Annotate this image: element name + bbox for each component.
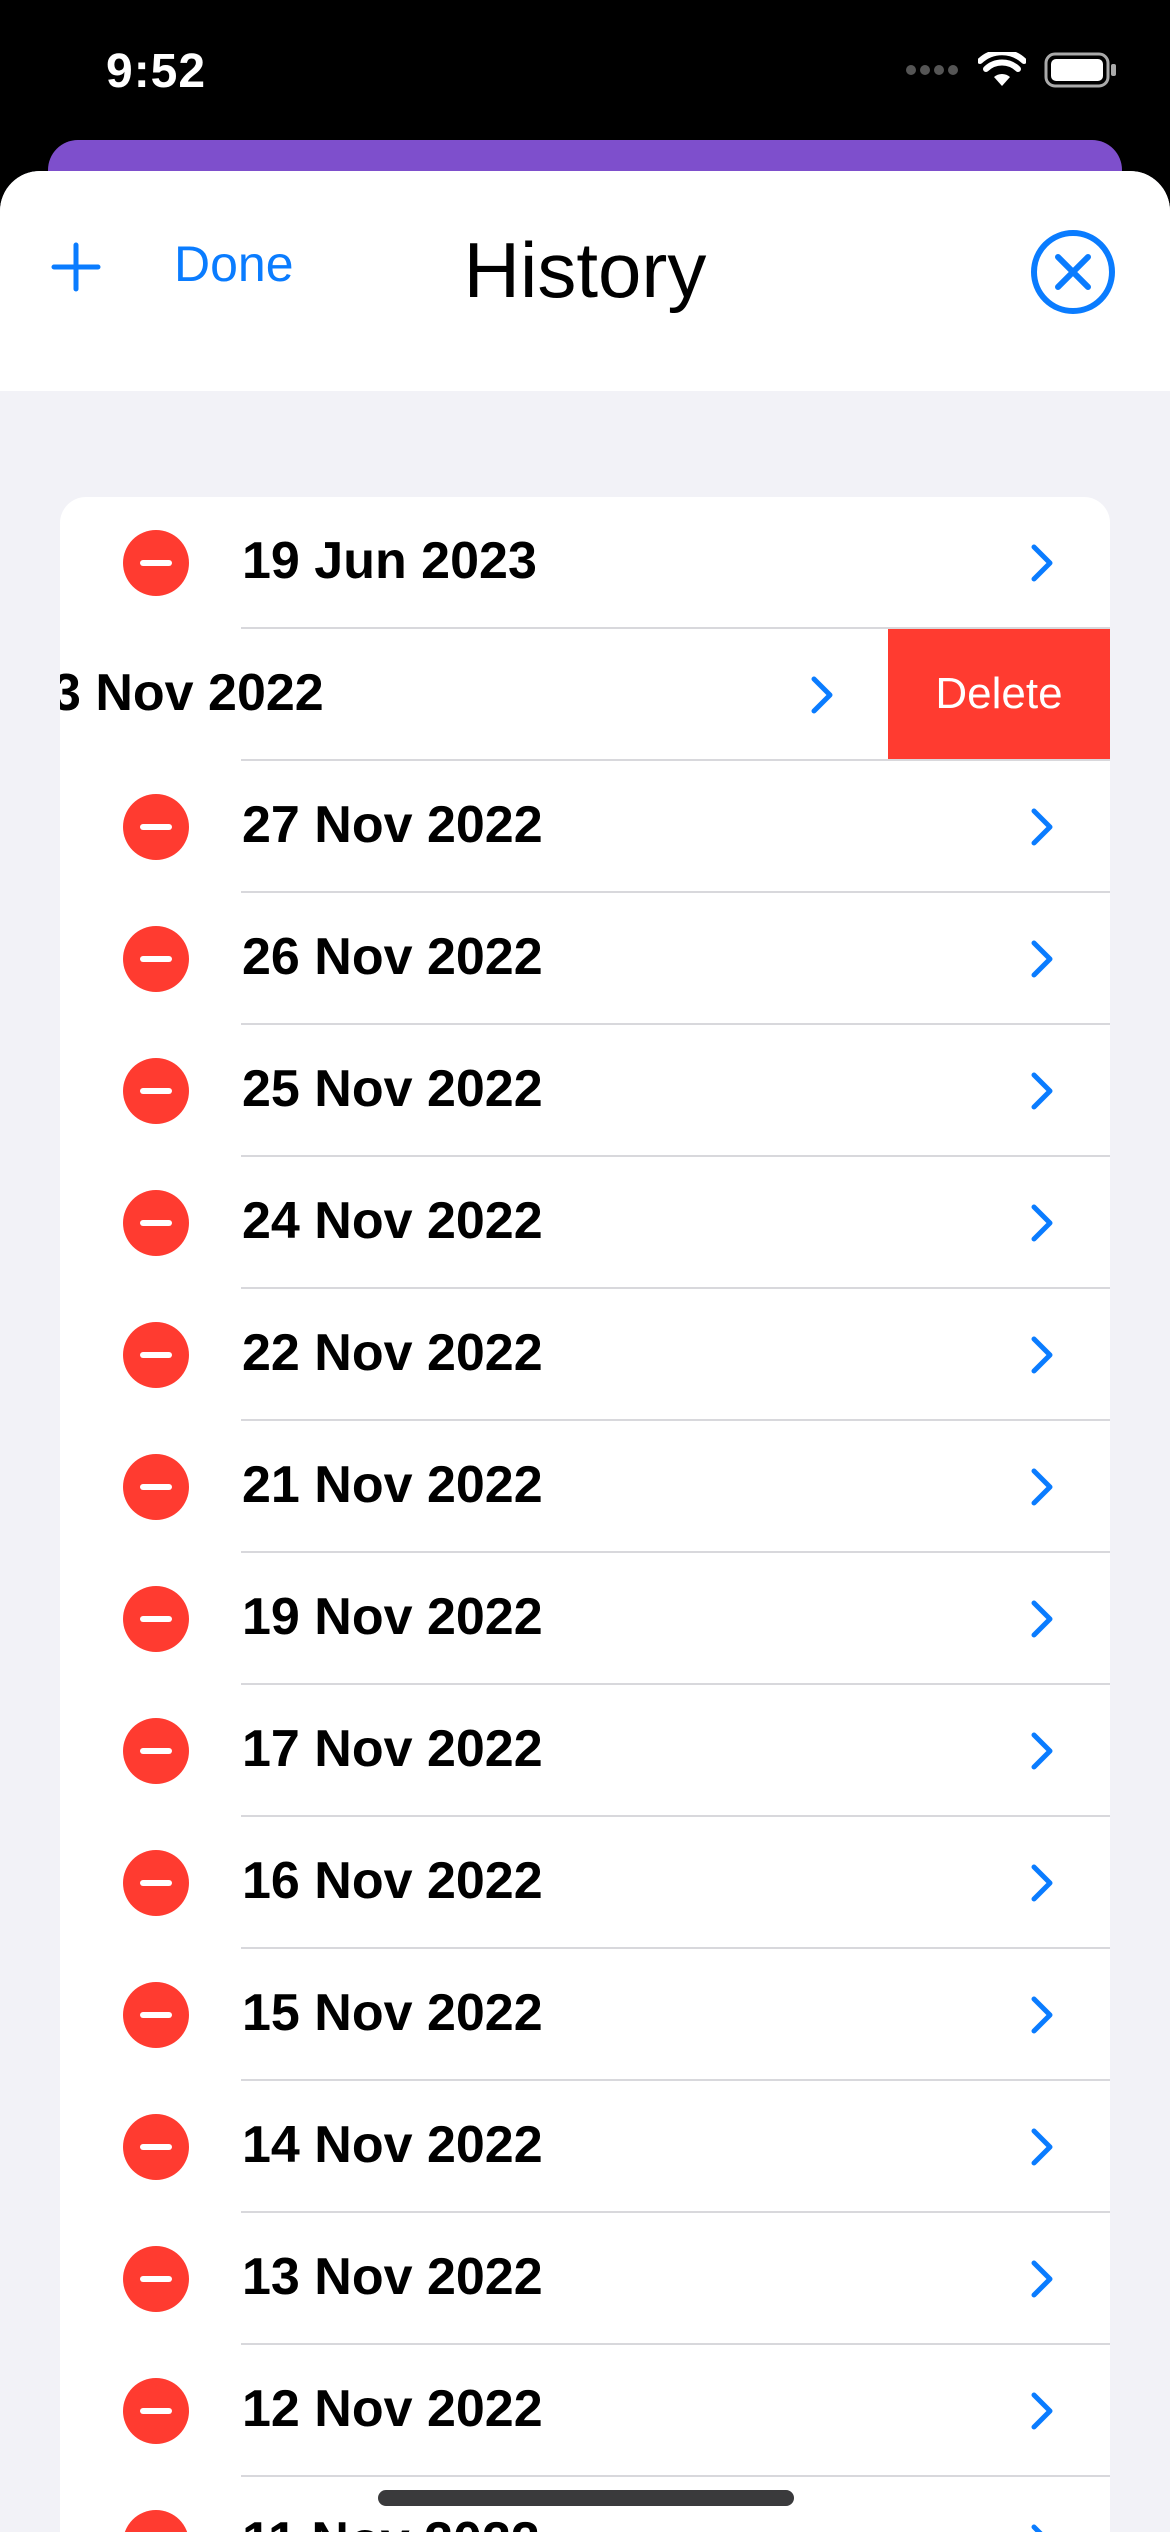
history-row-label: 13 Nov 2022 <box>242 2248 543 2306</box>
delete-minus-icon[interactable] <box>123 2510 189 2532</box>
chevron-right-icon[interactable] <box>1020 1333 1064 1377</box>
delete-minus-icon[interactable] <box>123 1190 189 1256</box>
history-row[interactable]: 21 Nov 2022 <box>60 1421 1110 1553</box>
status-bar: 9:52 <box>0 0 1170 150</box>
chevron-right-icon[interactable] <box>1020 2125 1064 2169</box>
history-row-label: 22 Nov 2022 <box>242 1324 543 1382</box>
chevron-right-icon[interactable] <box>1020 1597 1064 1641</box>
delete-minus-icon[interactable] <box>123 530 189 596</box>
close-circle-icon[interactable] <box>1028 227 1118 317</box>
home-indicator <box>378 2490 794 2506</box>
delete-minus-icon[interactable] <box>123 1454 189 1520</box>
history-row-label: 19 Nov 2022 <box>242 1588 543 1646</box>
wifi-icon <box>978 52 1026 86</box>
history-row-label: 27 Nov 2022 <box>242 796 543 854</box>
history-row[interactable]: 22 Nov 2022 <box>60 1289 1110 1421</box>
nav-bar: Done History <box>0 171 1170 391</box>
history-row-label: 24 Nov 2022 <box>242 1192 543 1250</box>
chevron-right-icon[interactable] <box>1020 1201 1064 1245</box>
delete-minus-icon[interactable] <box>123 2114 189 2180</box>
chevron-right-icon[interactable] <box>1020 805 1064 849</box>
status-time: 9:52 <box>106 45 207 98</box>
cellular-signal-icon <box>906 65 958 75</box>
history-row-label: 16 Nov 2022 <box>242 1852 543 1910</box>
chevron-right-icon[interactable] <box>1020 2257 1064 2301</box>
history-row[interactable]: 19 Jun 2023 <box>60 497 1110 629</box>
history-row-label: 11 Nov 2022 <box>242 2511 540 2532</box>
history-row-label: 17 Nov 2022 <box>242 1720 543 1778</box>
history-row[interactable]: 15 Nov 2022 <box>60 1949 1110 2081</box>
history-list: 19 Jun 2023 3 Nov 2022 Delete 27 Nov 2022 26… <box>60 497 1110 2532</box>
history-row[interactable]: 12 Nov 2022 <box>60 2345 1110 2477</box>
battery-icon <box>1044 52 1116 88</box>
chevron-right-icon[interactable] <box>800 673 844 717</box>
delete-minus-icon[interactable] <box>123 1850 189 1916</box>
history-row[interactable]: 24 Nov 2022 <box>60 1157 1110 1289</box>
history-row-label: 21 Nov 2022 <box>242 1456 543 1514</box>
history-row-label: 15 Nov 2022 <box>242 1984 543 2042</box>
status-icons <box>906 52 1118 88</box>
page-title: History <box>463 226 707 314</box>
history-row[interactable]: 17 Nov 2022 <box>60 1685 1110 1817</box>
history-row[interactable]: 3 Nov 2022 Delete <box>60 629 1110 761</box>
delete-button[interactable]: Delete <box>888 629 1110 759</box>
delete-minus-icon[interactable] <box>123 2246 189 2312</box>
delete-minus-icon[interactable] <box>123 794 189 860</box>
delete-minus-icon[interactable] <box>123 1982 189 2048</box>
history-row[interactable]: 13 Nov 2022 <box>60 2213 1110 2345</box>
delete-minus-icon[interactable] <box>123 926 189 992</box>
history-row-label: 25 Nov 2022 <box>242 1060 543 1118</box>
delete-minus-icon[interactable] <box>123 1718 189 1784</box>
history-row[interactable]: 25 Nov 2022 <box>60 1025 1110 1157</box>
chevron-right-icon[interactable] <box>1020 1729 1064 1773</box>
chevron-right-icon[interactable] <box>1020 1465 1064 1509</box>
history-row[interactable]: 27 Nov 2022 <box>60 761 1110 893</box>
chevron-right-icon[interactable] <box>1020 937 1064 981</box>
chevron-right-icon[interactable] <box>1020 1069 1064 1113</box>
chevron-right-icon[interactable] <box>1020 541 1064 585</box>
history-row[interactable]: 16 Nov 2022 <box>60 1817 1110 1949</box>
history-row-label: 26 Nov 2022 <box>242 928 543 986</box>
chevron-right-icon[interactable] <box>1020 1993 1064 2037</box>
history-row-label: 19 Jun 2023 <box>242 532 537 590</box>
history-row[interactable]: 26 Nov 2022 <box>60 893 1110 1025</box>
chevron-right-icon[interactable] <box>1020 2521 1064 2532</box>
history-row-label: 3 Nov 2022 <box>60 664 324 722</box>
chevron-right-icon[interactable] <box>1020 2389 1064 2433</box>
delete-minus-icon[interactable] <box>123 2378 189 2444</box>
delete-minus-icon[interactable] <box>123 1058 189 1124</box>
history-row[interactable]: 19 Nov 2022 <box>60 1553 1110 1685</box>
delete-minus-icon[interactable] <box>123 1586 189 1652</box>
history-sheet: Done History 19 Jun 2023 3 Nov 2022 Delete… <box>0 171 1170 2532</box>
chevron-right-icon[interactable] <box>1020 1861 1064 1905</box>
history-row-label: 12 Nov 2022 <box>242 2380 543 2438</box>
history-row-label: 14 Nov 2022 <box>242 2116 543 2174</box>
delete-minus-icon[interactable] <box>123 1322 189 1388</box>
history-row[interactable]: 14 Nov 2022 <box>60 2081 1110 2213</box>
